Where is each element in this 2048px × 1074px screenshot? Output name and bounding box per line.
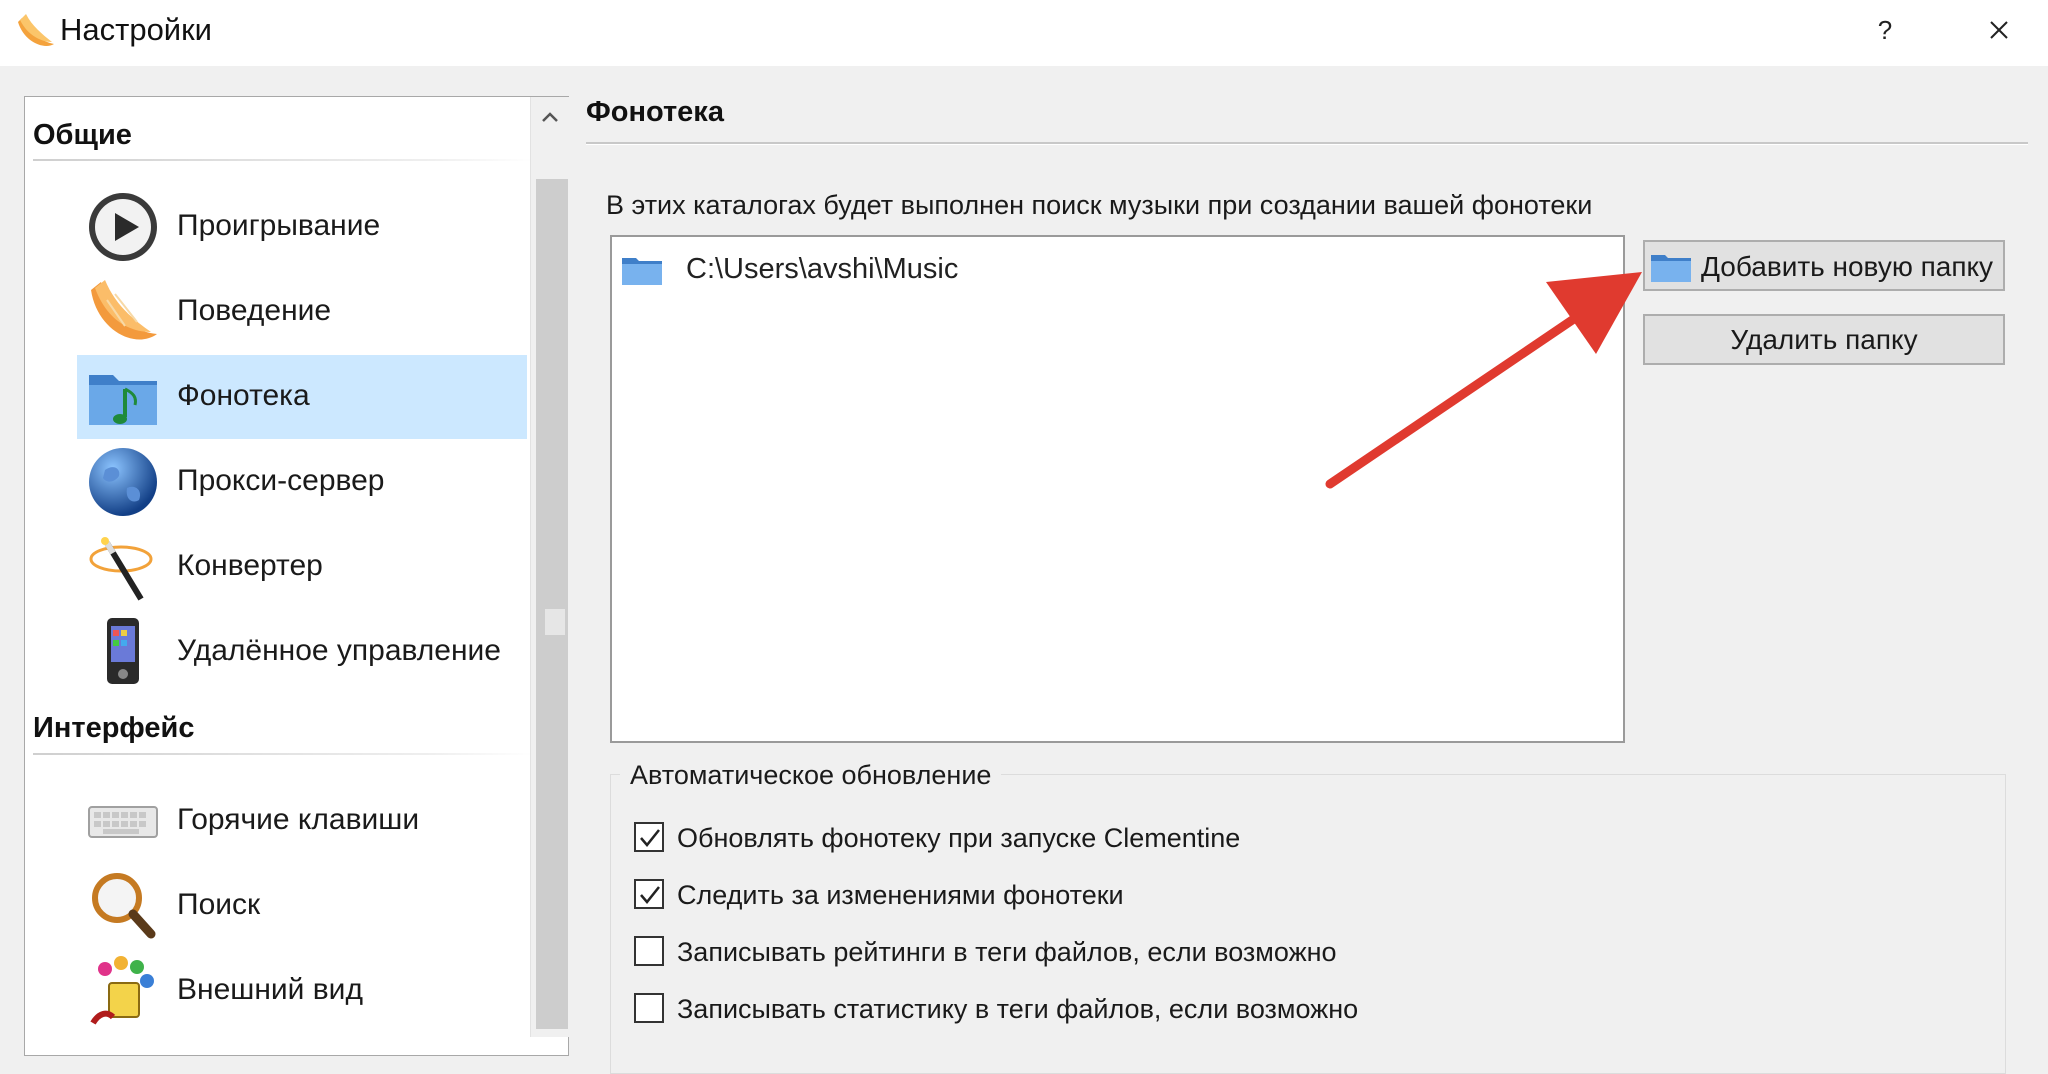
music-folder-icon <box>89 375 157 425</box>
nav-item-playback[interactable]: Проигрывание <box>77 185 527 269</box>
settings-nav-list: Общие Проигрывание Поведение Фонотека Пр… <box>24 96 569 1056</box>
nav-section-interface: Интерфейс <box>33 712 195 744</box>
checkmark-icon <box>640 829 660 847</box>
nav-item-remote[interactable]: Удалённое управление <box>77 610 527 694</box>
nav-item-library[interactable]: Фонотека <box>77 355 527 439</box>
nav-item-label: Удалённое управление <box>177 634 501 667</box>
page-title: Фонотека <box>586 96 724 128</box>
nav-item-label: Фонотека <box>177 379 310 412</box>
magic-wand-icon <box>89 537 153 601</box>
nav-item-label: Поиск <box>177 888 261 921</box>
clementine-app-icon <box>18 14 54 46</box>
nav-item-converter[interactable]: Конвертер <box>77 525 527 609</box>
checkmark-icon <box>640 886 660 904</box>
nav-item-behaviour[interactable]: Поведение <box>77 270 527 354</box>
nav-item-label: Прокси-сервер <box>177 464 385 497</box>
nav-section-divider <box>33 753 533 755</box>
checkbox-label: Следить за изменениями фонотеки <box>677 880 1124 910</box>
nav-scrollbar[interactable] <box>530 97 569 1037</box>
scroll-track[interactable] <box>533 139 568 1037</box>
paint-icon <box>90 956 154 1025</box>
window-title: Настройки <box>60 12 213 47</box>
title-divider-highlight <box>586 144 2028 145</box>
keyboard-icon <box>88 806 158 838</box>
nav-item-label: Поведение <box>177 294 332 327</box>
scroll-up-icon[interactable] <box>531 97 569 137</box>
scroll-grip <box>545 609 565 635</box>
help-button[interactable]: ? <box>1860 8 1910 52</box>
nav-item-search[interactable]: Поиск <box>77 864 527 948</box>
nav-section-divider <box>33 159 533 161</box>
add-folder-button[interactable]: Добавить новую папку <box>1643 240 2005 291</box>
folder-icon <box>622 258 662 285</box>
nav-item-label: Горячие клавиши <box>177 803 420 836</box>
update-on-start-checkbox[interactable] <box>634 822 664 852</box>
close-icon[interactable] <box>1974 6 2024 54</box>
library-description: В этих каталогах будет выполнен поиск му… <box>606 190 1593 220</box>
remove-folder-button[interactable]: Удалить папку <box>1643 314 2005 365</box>
globe-icon <box>89 448 157 516</box>
write-ratings-checkbox[interactable] <box>634 936 664 966</box>
nav-section-general: Общие <box>33 119 132 151</box>
checkbox-label: Записывать статистику в теги файлов, есл… <box>677 994 1359 1024</box>
nav-item-label: Конвертер <box>177 549 323 582</box>
nav-item-label: Внешний вид <box>177 973 363 1006</box>
nav-item-proxy[interactable]: Прокси-сервер <box>77 440 527 524</box>
checkbox-label: Записывать рейтинги в теги файлов, если … <box>677 937 1337 967</box>
annotation-arrow <box>1325 272 1642 489</box>
clementine-icon <box>91 280 157 340</box>
folder-path: C:\Users\avshi\Music <box>686 253 959 285</box>
watch-changes-checkbox[interactable] <box>634 879 664 909</box>
title-bar: Настройки ? <box>0 0 2048 66</box>
write-statistics-checkbox[interactable] <box>634 993 664 1023</box>
nav-item-appearance[interactable]: Внешний вид <box>77 949 527 1033</box>
scroll-thumb[interactable] <box>536 179 568 1029</box>
phone-icon <box>107 618 139 684</box>
auto-update-title: Автоматическое обновление <box>620 760 1002 791</box>
play-icon <box>89 193 157 261</box>
nav-item-hotkeys[interactable]: Горячие клавиши <box>77 779 527 863</box>
auto-update-group <box>610 774 2006 1074</box>
checkbox-label: Обновлять фонотеку при запуске Clementin… <box>677 823 1241 853</box>
nav-item-label: Проигрывание <box>177 209 381 242</box>
add-folder-label: Добавить новую папку <box>1701 251 1994 282</box>
magnifier-icon <box>92 873 156 939</box>
